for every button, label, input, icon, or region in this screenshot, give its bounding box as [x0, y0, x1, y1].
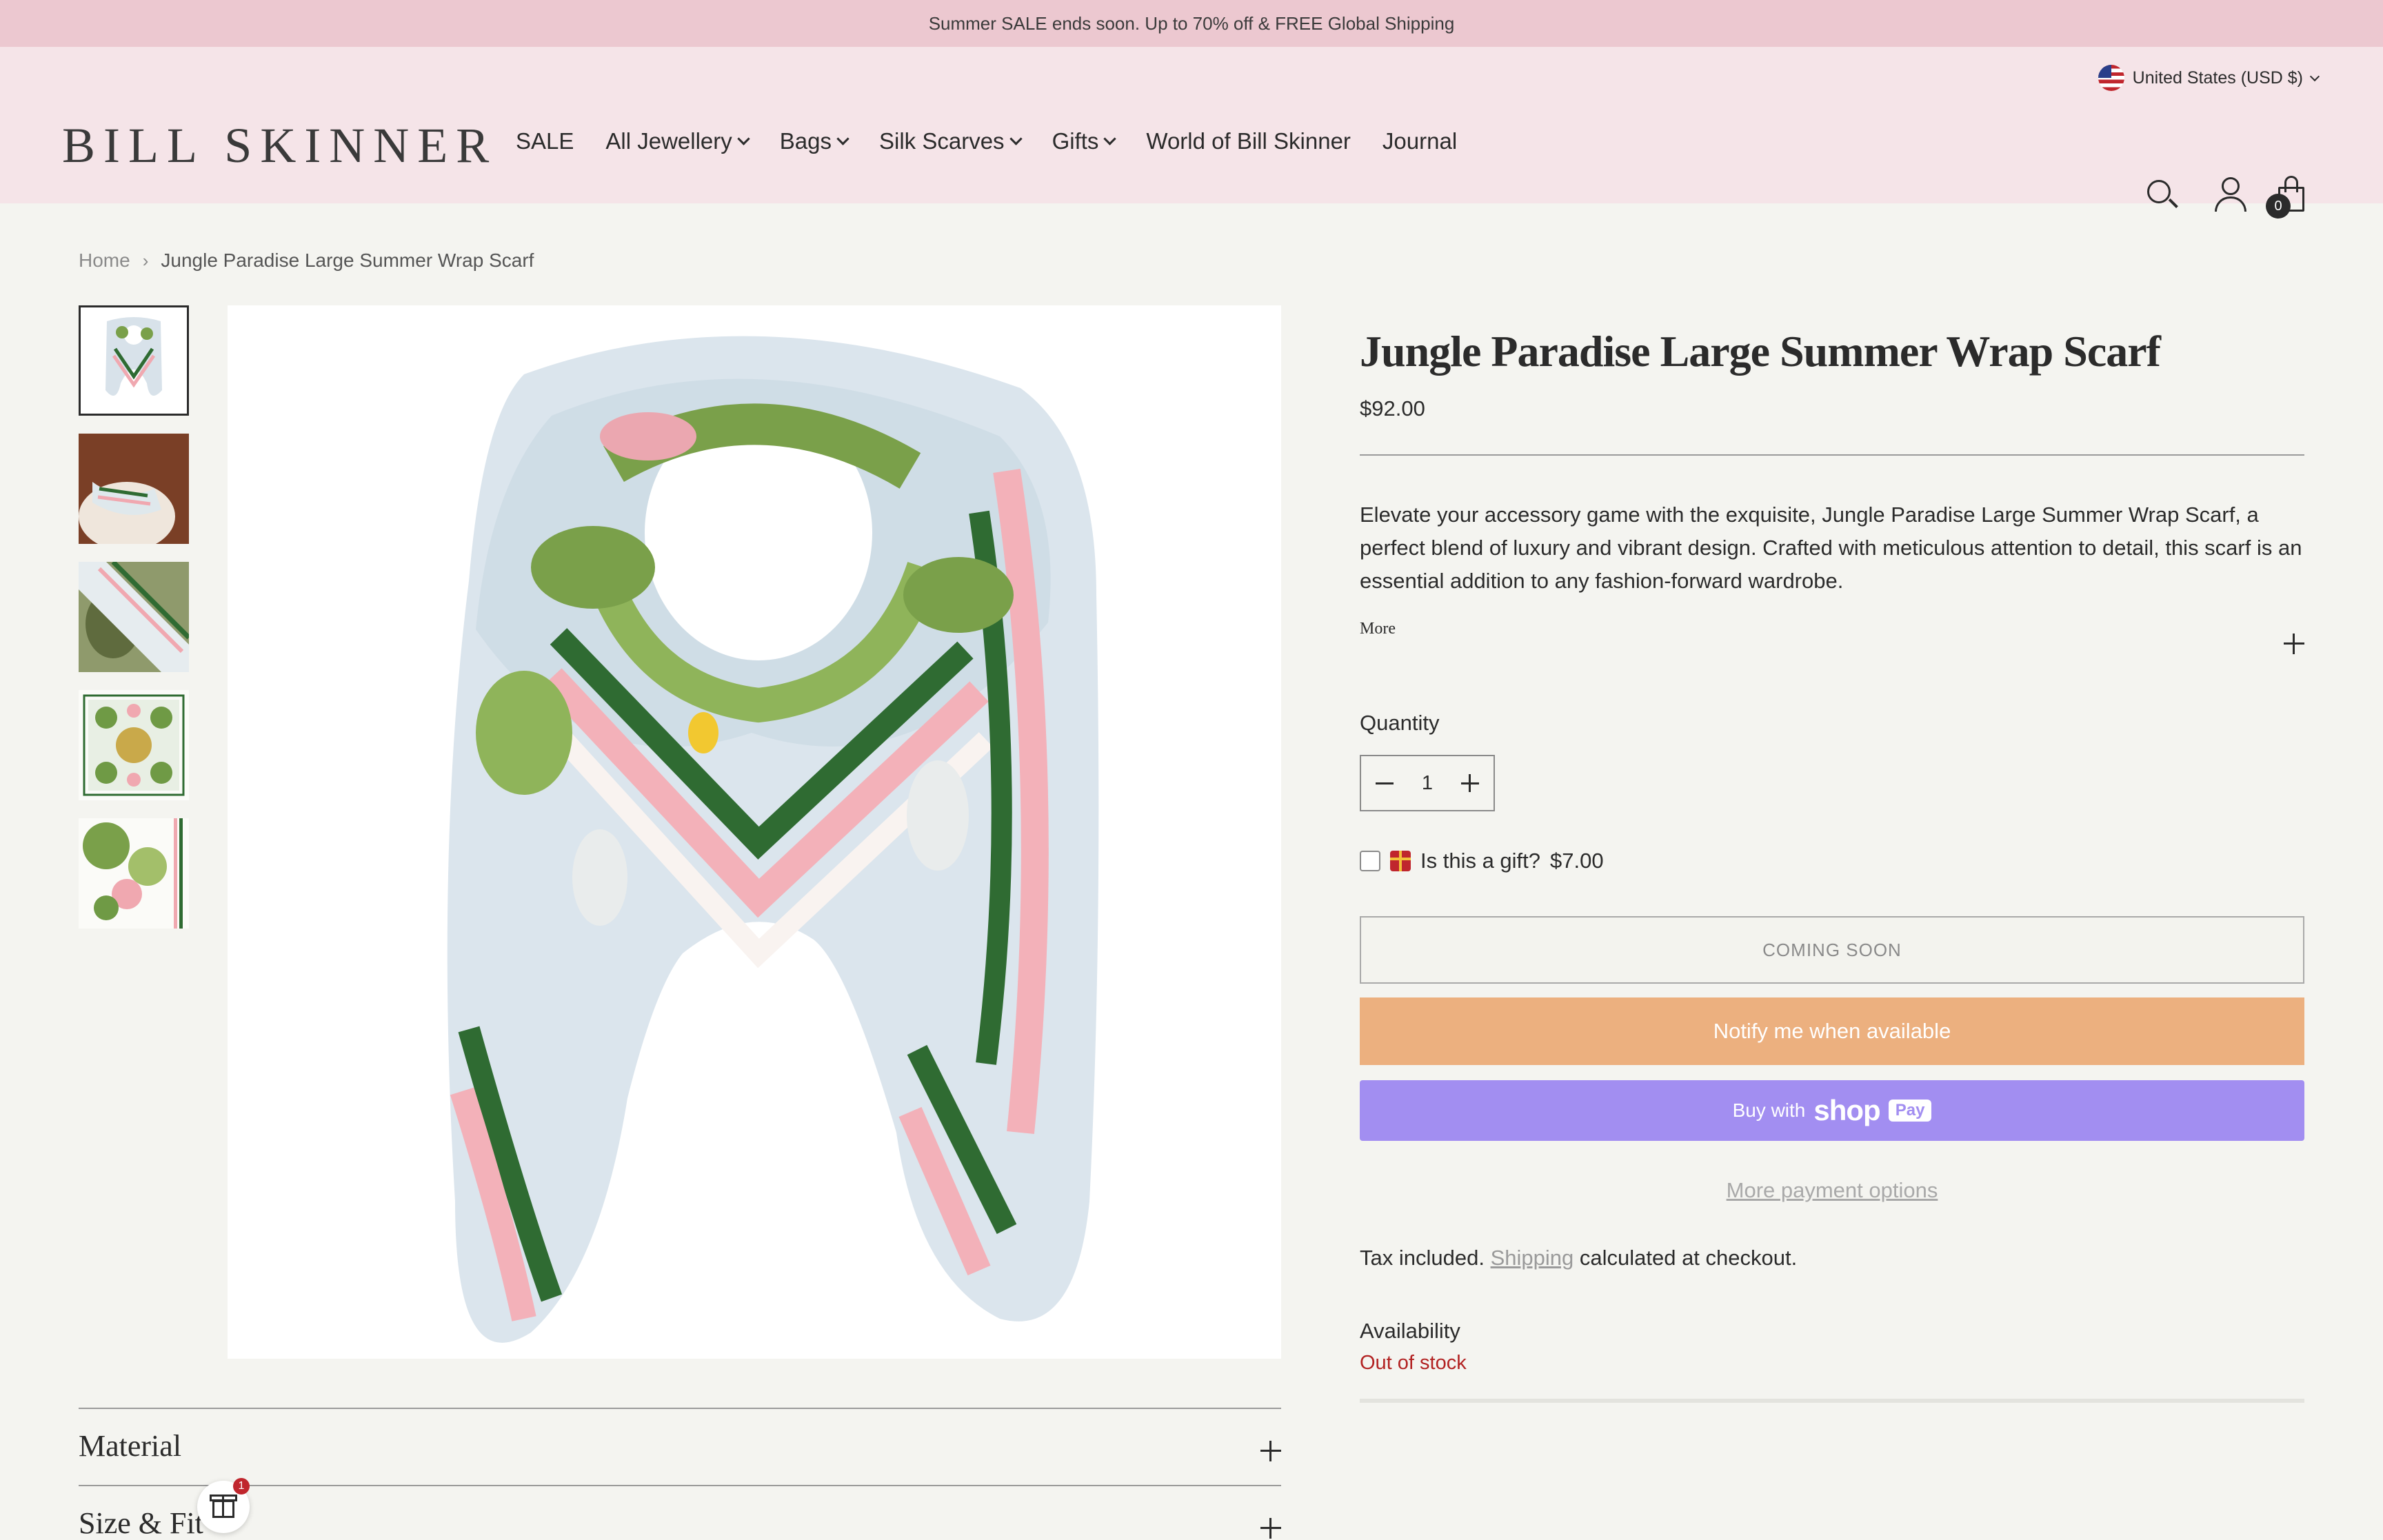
model-thumbnail-image — [79, 434, 189, 544]
minus-icon[interactable] — [1374, 773, 1395, 793]
product-price: $92.00 — [1360, 396, 1425, 421]
nav-item-journal[interactable]: Journal — [1382, 128, 1457, 154]
pay-badge: Pay — [1888, 1100, 1932, 1122]
gift-label: Is this a gift? — [1420, 849, 1541, 873]
plus-icon — [1260, 1518, 1281, 1539]
nav-label: Gifts — [1052, 128, 1099, 154]
tax-suffix: calculated at checkout. — [1579, 1246, 1798, 1270]
thumbnail-1[interactable] — [79, 305, 189, 416]
plus-icon[interactable] — [1460, 773, 1480, 793]
chevron-down-icon — [737, 132, 750, 145]
cart-count-badge: 0 — [2266, 194, 2291, 219]
gift-icon — [1390, 851, 1411, 871]
product-main-image[interactable] — [228, 305, 1281, 1359]
tax-note: Tax included. Shipping calculated at che… — [1360, 1246, 1797, 1270]
gift-checkbox[interactable] — [1360, 851, 1380, 871]
nav-item-all-jewellery[interactable]: All Jewellery — [605, 128, 750, 154]
breadcrumb-home[interactable]: Home — [79, 250, 130, 272]
gift-widget-button[interactable]: 1 — [197, 1478, 250, 1533]
availability-label: Availability — [1360, 1319, 1460, 1343]
more-payment-options-link[interactable]: More payment options — [1360, 1178, 2304, 1203]
thumbnail-2[interactable] — [79, 434, 189, 544]
chevron-down-icon — [1009, 132, 1023, 145]
nav-item-bags[interactable]: Bags — [779, 128, 849, 154]
cart-icon[interactable]: 0 — [2266, 174, 2314, 219]
shop-pay-button[interactable]: Buy with shop Pay — [1360, 1080, 2304, 1141]
main-nav: SALE All Jewellery Bags Silk Scarves Gif… — [516, 128, 1489, 154]
nav-label: Journal — [1382, 128, 1458, 154]
bag-thumbnail-image — [79, 562, 189, 672]
logo-text: Bill Skinner — [62, 118, 498, 173]
scarf-detail-thumbnail-image — [79, 818, 189, 929]
more-toggle[interactable]: More — [1360, 620, 1396, 638]
nav-item-gifts[interactable]: Gifts — [1052, 128, 1117, 154]
thumbnail-4[interactable] — [79, 690, 189, 800]
nav-label: Silk Scarves — [879, 128, 1005, 154]
nav-label: All Jewellery — [605, 128, 732, 154]
chevron-down-icon — [1103, 132, 1117, 145]
breadcrumb-separator-icon: › — [142, 250, 149, 271]
search-icon[interactable] — [2142, 174, 2183, 216]
scarf-image — [447, 336, 1099, 1343]
tax-prefix: Tax included. — [1360, 1246, 1485, 1270]
quantity-label: Quantity — [1360, 711, 1440, 735]
nav-item-silk-scarves[interactable]: Silk Scarves — [879, 128, 1023, 154]
shipping-link[interactable]: Shipping — [1491, 1246, 1574, 1270]
logo[interactable]: Bill Skinner — [62, 117, 497, 174]
us-flag-icon — [2098, 65, 2124, 91]
breadcrumb: Home › Jungle Paradise Large Summer Wrap… — [79, 250, 534, 272]
coming-soon-button[interactable]: COMING SOON — [1360, 916, 2304, 984]
quantity-stepper: 1 — [1360, 755, 1495, 811]
shop-logo: shop — [1813, 1094, 1880, 1126]
chevron-down-icon — [2309, 71, 2320, 81]
gift-price: $7.00 — [1550, 849, 1604, 873]
availability-status: Out of stock — [1360, 1352, 1467, 1374]
scarf-thumbnail-image — [105, 317, 162, 396]
accordion-title: Size & Fit — [79, 1506, 203, 1540]
announcement-text: Summer SALE ends soon. Up to 70% off & F… — [928, 12, 1455, 34]
nav-item-sale[interactable]: SALE — [516, 128, 574, 154]
plus-icon — [1260, 1441, 1281, 1461]
announcement-bar: Summer SALE ends soon. Up to 70% off & F… — [0, 0, 2383, 47]
plus-icon[interactable] — [2284, 634, 2304, 654]
thumbnail-3[interactable] — [79, 562, 189, 672]
divider — [1360, 454, 2304, 456]
buy-with-label: Buy with — [1732, 1100, 1806, 1121]
thumbnail-5[interactable] — [79, 818, 189, 929]
locale-label: United States (USD $) — [2132, 68, 2303, 88]
divider — [1360, 1399, 2304, 1403]
site-header: United States (USD $) Bill Skinner SALE … — [0, 47, 2383, 219]
nav-label: World of Bill Skinner — [1146, 128, 1351, 154]
product-description: Elevate your accessory game with the exq… — [1360, 503, 2302, 593]
breadcrumb-current: Jungle Paradise Large Summer Wrap Scarf — [161, 250, 534, 271]
notify-button[interactable]: Notify me when available — [1360, 997, 2304, 1065]
gift-option: Is this a gift? $7.00 — [1360, 849, 1604, 873]
quantity-value[interactable]: 1 — [1422, 772, 1433, 795]
account-icon[interactable] — [2211, 174, 2252, 216]
nav-label: Bags — [779, 128, 832, 154]
scarf-flat-thumbnail-image — [79, 690, 189, 800]
nav-label: SALE — [516, 128, 574, 154]
product-title: Jungle Paradise Large Summer Wrap Scarf — [1360, 327, 2161, 376]
locale-selector[interactable]: United States (USD $) — [2098, 62, 2320, 94]
nav-item-world[interactable]: World of Bill Skinner — [1146, 128, 1351, 154]
chevron-down-icon — [836, 132, 849, 145]
accordion-title: Material — [79, 1429, 182, 1463]
gift-widget-badge: 1 — [233, 1478, 250, 1495]
accordion-material[interactable]: Material — [79, 1408, 1281, 1485]
accordion-size-fit[interactable]: Size & Fit — [79, 1485, 1281, 1540]
